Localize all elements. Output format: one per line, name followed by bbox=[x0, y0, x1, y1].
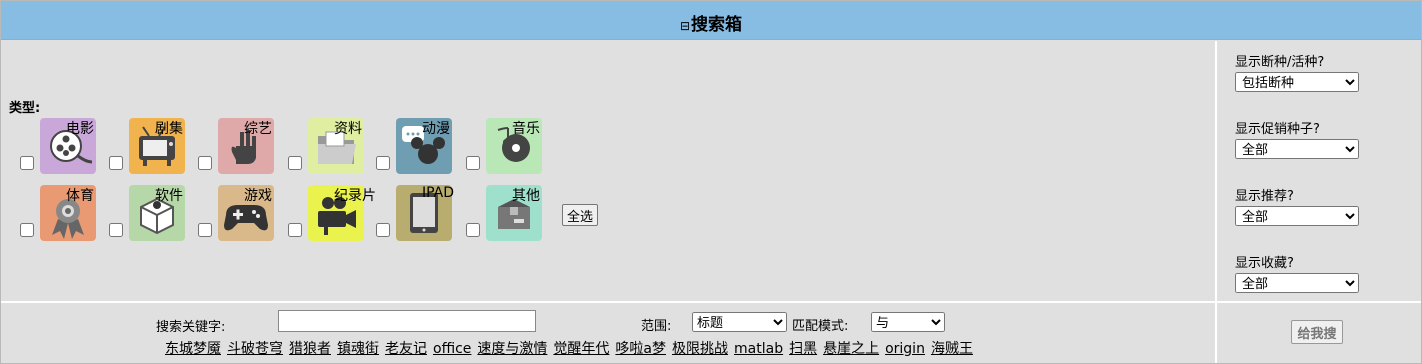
hot-keyword-link[interactable]: origin bbox=[885, 341, 925, 357]
category-checkbox[interactable] bbox=[198, 223, 212, 237]
category-label: 电影 bbox=[66, 121, 94, 137]
promo-select[interactable]: 全部 bbox=[1235, 139, 1359, 159]
search-box-title-text: 搜索箱 bbox=[691, 15, 743, 35]
favorite-select[interactable]: 全部 bbox=[1235, 273, 1359, 293]
keyword-input[interactable] bbox=[278, 310, 536, 332]
category-item: 游戏 bbox=[198, 185, 284, 247]
category-checkbox[interactable] bbox=[20, 156, 34, 170]
category-checkbox[interactable] bbox=[109, 223, 123, 237]
hot-keyword-link[interactable]: 东城梦魇 bbox=[165, 341, 221, 357]
category-checkbox[interactable] bbox=[20, 223, 34, 237]
category-checkbox[interactable] bbox=[376, 223, 390, 237]
select-all-button[interactable]: 全选 bbox=[562, 204, 598, 226]
hot-keyword-link[interactable]: office bbox=[433, 341, 471, 357]
category-item: 动漫 bbox=[376, 118, 462, 180]
category-label: 音乐 bbox=[512, 121, 540, 137]
scope-select[interactable]: 标题 bbox=[692, 312, 787, 332]
category-label: 其他 bbox=[512, 188, 540, 204]
category-item: 纪录片 bbox=[288, 185, 376, 247]
hot-keyword-link[interactable]: 速度与激情 bbox=[477, 341, 547, 357]
category-checkbox[interactable] bbox=[466, 223, 480, 237]
category-label: 动漫 bbox=[422, 121, 450, 137]
category-checkbox[interactable] bbox=[198, 156, 212, 170]
hot-keyword-link[interactable]: 扫黑 bbox=[789, 341, 817, 357]
category-item: 电影 bbox=[20, 118, 106, 180]
recommend-label: 显示推荐? bbox=[1235, 189, 1294, 204]
search-box-header: ⊟搜索箱 bbox=[1, 1, 1421, 40]
hot-keywords: 东城梦魇 斗破苍穹 猎狼者 镇魂街 老友记 office 速度与激情 觉醒年代 哆啦a梦 极限挑战… bbox=[165, 338, 979, 358]
category-item: 剧集 bbox=[109, 118, 195, 180]
category-item: 软件 bbox=[109, 185, 195, 247]
dead-seed-label: 显示断种/活种? bbox=[1235, 55, 1325, 70]
category-item: 其他 bbox=[466, 185, 552, 247]
hot-keyword-link[interactable]: 镇魂街 bbox=[337, 341, 379, 357]
recommend-select[interactable]: 全部 bbox=[1235, 206, 1359, 226]
category-checkbox[interactable] bbox=[288, 223, 302, 237]
search-box-title: ⊟搜索箱 bbox=[1, 10, 1421, 35]
hot-keyword-link[interactable]: 老友记 bbox=[385, 341, 427, 357]
collapse-toggle-icon[interactable]: ⊟ bbox=[680, 19, 690, 33]
hot-keyword-link[interactable]: 哆啦a梦 bbox=[615, 341, 666, 357]
type-label: 类型: bbox=[9, 101, 41, 116]
hot-keyword-link[interactable]: 猎狼者 bbox=[289, 341, 331, 357]
favorite-label: 显示收藏? bbox=[1235, 256, 1294, 271]
category-item: IPAD bbox=[376, 185, 462, 247]
hot-keyword-link[interactable]: 极限挑战 bbox=[672, 341, 728, 357]
hot-keyword-link[interactable]: 觉醒年代 bbox=[553, 341, 609, 357]
category-label: 游戏 bbox=[244, 188, 272, 204]
category-label: 剧集 bbox=[155, 121, 183, 137]
hot-keyword-link[interactable]: 斗破苍穹 bbox=[227, 341, 283, 357]
hot-keyword-link[interactable]: matlab bbox=[734, 341, 783, 357]
category-item: 综艺 bbox=[198, 118, 284, 180]
category-label: 软件 bbox=[155, 188, 183, 204]
keyword-label: 搜索关键字: bbox=[156, 320, 226, 335]
search-box-panel: ⊟搜索箱 类型: 电影 剧集 综艺 资料 动漫 音乐 体育 软件 游戏 纪录片 IPAD 其他 全选 … bbox=[0, 0, 1422, 364]
hot-keyword-link[interactable]: 悬崖之上 bbox=[823, 341, 879, 357]
category-label: IPAD bbox=[422, 185, 455, 201]
hot-keyword-link[interactable]: 海贼王 bbox=[931, 341, 973, 357]
search-submit-button[interactable]: 给我搜 bbox=[1291, 320, 1343, 344]
match-mode-label: 匹配模式: bbox=[792, 319, 849, 334]
scope-label: 范围: bbox=[641, 319, 672, 334]
dead-seed-select[interactable]: 包括断种 bbox=[1235, 72, 1359, 92]
category-label: 体育 bbox=[66, 188, 94, 204]
row-divider bbox=[1, 301, 1421, 303]
category-checkbox[interactable] bbox=[109, 156, 123, 170]
category-checkbox[interactable] bbox=[288, 156, 302, 170]
category-item: 资料 bbox=[288, 118, 374, 180]
category-checkbox[interactable] bbox=[376, 156, 390, 170]
category-label: 资料 bbox=[334, 121, 362, 137]
match-mode-select[interactable]: 与 bbox=[871, 312, 945, 332]
category-item: 音乐 bbox=[466, 118, 552, 180]
category-item: 体育 bbox=[20, 185, 106, 247]
column-divider bbox=[1215, 41, 1217, 363]
promo-label: 显示促销种子? bbox=[1235, 122, 1320, 137]
category-label: 纪录片 bbox=[334, 188, 376, 204]
category-label: 综艺 bbox=[244, 121, 272, 137]
category-checkbox[interactable] bbox=[466, 156, 480, 170]
